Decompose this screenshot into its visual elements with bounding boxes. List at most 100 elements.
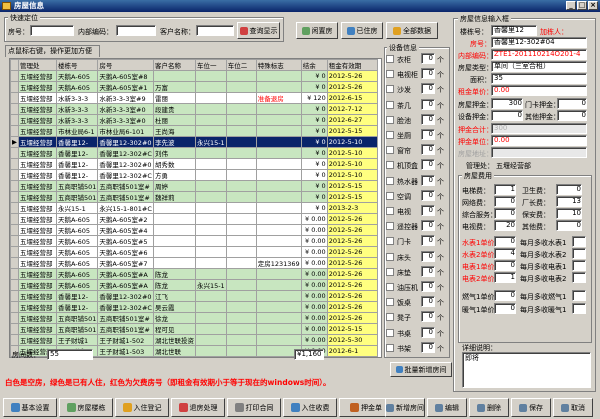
code-search-input[interactable] (116, 25, 156, 36)
equipment-qty-input[interactable]: 0 (421, 174, 435, 186)
table-row[interactable]: 五堰经营部 市林业局6-1 市林业局6-101 王尚海 ¥ 0 2012-5-15 (10, 125, 378, 137)
bottom-button-3[interactable]: 退房处理 (171, 398, 225, 417)
equipment-item[interactable]: 茶几 0 个 (385, 98, 445, 114)
equipment-qty-input[interactable]: 0 (421, 281, 435, 292)
equipment-item[interactable]: 沙发 0 个 (385, 82, 445, 98)
equipment-checkbox[interactable] (386, 298, 394, 307)
bottom-button-0[interactable]: 基本设置 (3, 398, 57, 417)
form-deposit-unit-input[interactable]: 0.00 (491, 135, 587, 146)
fee-input-2[interactable]: 0 (556, 184, 582, 195)
table-row[interactable]: 五堰经营部 香馨里12- 香馨里12-302#C 刘伟 ¥ 0 2012-5-10 (10, 147, 378, 159)
fee-input[interactable]: 0 (494, 208, 516, 219)
minimize-icon[interactable]: _ (566, 1, 576, 10)
room-grid[interactable]: 管理处 楼栋号 房号 客户名称 车位一 车位二 特殊标志 结余 租金有效期 五堰经营部 天鹅A-6… (9, 58, 382, 358)
equipment-checkbox[interactable] (386, 146, 394, 155)
table-row[interactable]: 五堰经营部 香馨里12- 香馨里12-302#0 胡秀数 ¥ 0 2012-5-10 (10, 158, 378, 170)
all-data-button[interactable]: 全部数据 (386, 22, 438, 39)
equipment-checkbox[interactable] (386, 343, 394, 352)
extra-extra-input[interactable] (572, 290, 586, 301)
table-row[interactable]: 五堰经营部 天鹅A-605 天鹅A-605室#6 ¥ 0.00 2012-5-26 (10, 246, 378, 258)
equipment-qty-input[interactable]: 0 (421, 68, 435, 80)
equipment-qty-input[interactable]: 0 (421, 250, 435, 262)
equipment-item[interactable]: 热水器 0 个 (385, 174, 445, 190)
equipment-item[interactable]: 电视 0 个 (385, 204, 445, 220)
form-door-deposit-input[interactable]: 0 (557, 98, 587, 109)
fee-input-2[interactable]: 0 (556, 220, 582, 231)
form-button-2[interactable]: 删除 (469, 398, 509, 417)
equipment-checkbox[interactable] (386, 55, 394, 63)
bottom-button-4[interactable]: 打印合同 (227, 398, 281, 417)
table-row[interactable]: 五堰经营部 天鹅A-605 天鹅A-605室#1 万富 ¥ 0 2012-5-26 (10, 81, 378, 93)
equipment-item[interactable]: 床头 0 个 (385, 250, 445, 266)
table-row[interactable]: 五堰经营部 永兴15-1 永兴15-1-801#C ¥ 0 2013-2-3 (10, 202, 378, 214)
form-button-4[interactable]: 取消 (553, 398, 593, 417)
equipment-qty-input[interactable]: 0 (421, 189, 435, 201)
equipment-item[interactable]: 油压机 0 个 (385, 280, 445, 296)
table-row[interactable]: 五堰经营部 天鹅A-605 天鹅A-605室#7 定房1231369 ¥ 0.00 201… (10, 257, 378, 269)
equipment-checkbox[interactable] (386, 267, 394, 276)
equipment-checkbox[interactable] (386, 191, 394, 200)
equipment-qty-input[interactable]: 0 (421, 265, 435, 277)
detail-textarea[interactable]: 即将 (462, 352, 591, 388)
form-button-1[interactable]: 编辑 (427, 398, 467, 417)
equipment-item[interactable]: 床垫 0 个 (385, 265, 445, 281)
meter-price-input[interactable]: 1 (494, 272, 516, 283)
equipment-qty-input[interactable]: 0 (421, 296, 435, 308)
equipment-checkbox[interactable] (386, 161, 394, 170)
equipment-checkbox[interactable] (386, 176, 394, 185)
vacant-button[interactable]: 闲置房 (296, 22, 338, 39)
table-row[interactable]: 五堰经营部 天鹅A-605 天鹅A-605室#4 ¥ 0.00 2012-5-26 (10, 224, 378, 236)
extra-extra-input[interactable] (572, 303, 586, 314)
bottom-button-5[interactable]: 入住收费 (283, 398, 337, 417)
table-row[interactable]: 五堰经营部 五商职铺501 五商职铺501室# 魏祥莉 ¥ 0 2012-5-15 (10, 191, 378, 203)
extra-price-input[interactable]: 0 (494, 303, 516, 314)
equipment-qty-input[interactable]: 0 (421, 98, 435, 110)
equipment-checkbox[interactable] (386, 100, 394, 109)
close-icon[interactable]: × (588, 1, 598, 10)
meter-price-input[interactable]: 0 (494, 260, 516, 271)
equipment-item[interactable]: 饭桌 0 个 (385, 295, 445, 311)
table-row[interactable]: 五堰经营部 水新3-3-3 水新3-3-3室#0 杜丽 ¥ 0 2012-6-27 (10, 114, 378, 126)
equipment-checkbox[interactable] (386, 328, 394, 337)
equipment-item[interactable]: 机顶盒 0 个 (385, 158, 445, 174)
column-header[interactable]: 结余 (300, 59, 328, 71)
column-header[interactable]: 租金有效期 (326, 59, 378, 71)
bottom-button-1[interactable]: 房屋楼栋 (59, 398, 113, 417)
equipment-qty-input[interactable]: 0 (421, 113, 435, 125)
table-row[interactable]: 五堰经营部 香馨里12- 香馨里12-302#0 江飞 ¥ 0.00 2012-5-26 (10, 290, 378, 302)
table-row[interactable]: 五堰经营部 天鹅A-605 天鹅A-605室#5 ¥ 0.00 2012-5-26 (10, 235, 378, 247)
equipment-qty-input[interactable]: 0 (421, 83, 435, 95)
equipment-checkbox[interactable] (386, 207, 394, 215)
column-header[interactable]: 楼栋号 (55, 59, 99, 71)
meter-extra-input[interactable] (572, 236, 586, 247)
table-row[interactable]: 五堰经营部 香馨里12- 香馨里12-302#C 吴云霞 ¥ 0.00 2012-5-26 (10, 301, 378, 313)
equipment-item[interactable]: 衣柜 0 个 (385, 52, 445, 68)
building-select[interactable]: 香馨里12 (491, 25, 537, 36)
equipment-item[interactable]: 凳子 0 个 (385, 310, 445, 326)
meter-extra-input[interactable] (572, 260, 586, 271)
table-row[interactable]: 五堰经营部 五商职铺501 五商职铺501室# 程可见 ¥ 0.00 2012-5-15 (10, 323, 378, 335)
meter-price-input[interactable]: 4 (494, 248, 516, 259)
column-header[interactable]: 客户名称 (152, 59, 196, 71)
search-button[interactable]: 查询显示 (237, 22, 280, 39)
column-header[interactable]: 特殊标志 (255, 59, 302, 71)
equipment-checkbox[interactable] (386, 115, 394, 124)
form-room-input[interactable]: 香馨里12-302#04 (491, 37, 587, 48)
table-row[interactable]: 五堰经营部 天鹅A-605 天鹅A-605室#A 陈龙 ¥ 0.00 2012-5-26 (10, 268, 378, 280)
form-deposit-input[interactable]: 300 (491, 98, 523, 109)
equipment-item[interactable]: 空调 0 个 (385, 189, 445, 205)
customer-search-input[interactable] (196, 25, 234, 36)
batch-add-button[interactable]: 批量新增房间 (390, 362, 452, 377)
table-row[interactable]: 五堰经营部 天鹅A-605 天鹅A-605室#8 ¥ 0 2012-5-26 (10, 70, 378, 82)
equipment-qty-input[interactable]: 0 (421, 205, 435, 216)
equipment-item[interactable]: 遥控器 0 个 (385, 219, 445, 235)
table-row[interactable]: 五堰经营部 五商职铺501 五商职铺501室# 周婷 ¥ 0 2012-5-15 (10, 180, 378, 192)
equipment-qty-input[interactable]: 0 (421, 311, 435, 323)
table-row[interactable]: 五堰经营部 天鹅A-605 天鹅A-605室#2 ¥ 0.00 2012-5-26 (10, 213, 378, 225)
column-header[interactable]: 管理处 (18, 59, 57, 71)
form-type-select[interactable]: 单间（三室合租） (491, 61, 587, 72)
equipment-qty-input[interactable]: 0 (421, 129, 435, 140)
fee-input[interactable]: 20 (494, 220, 516, 231)
equipment-item[interactable]: 坐厕 0 个 (385, 128, 445, 144)
form-button-0[interactable]: 新增房间 (385, 398, 425, 417)
